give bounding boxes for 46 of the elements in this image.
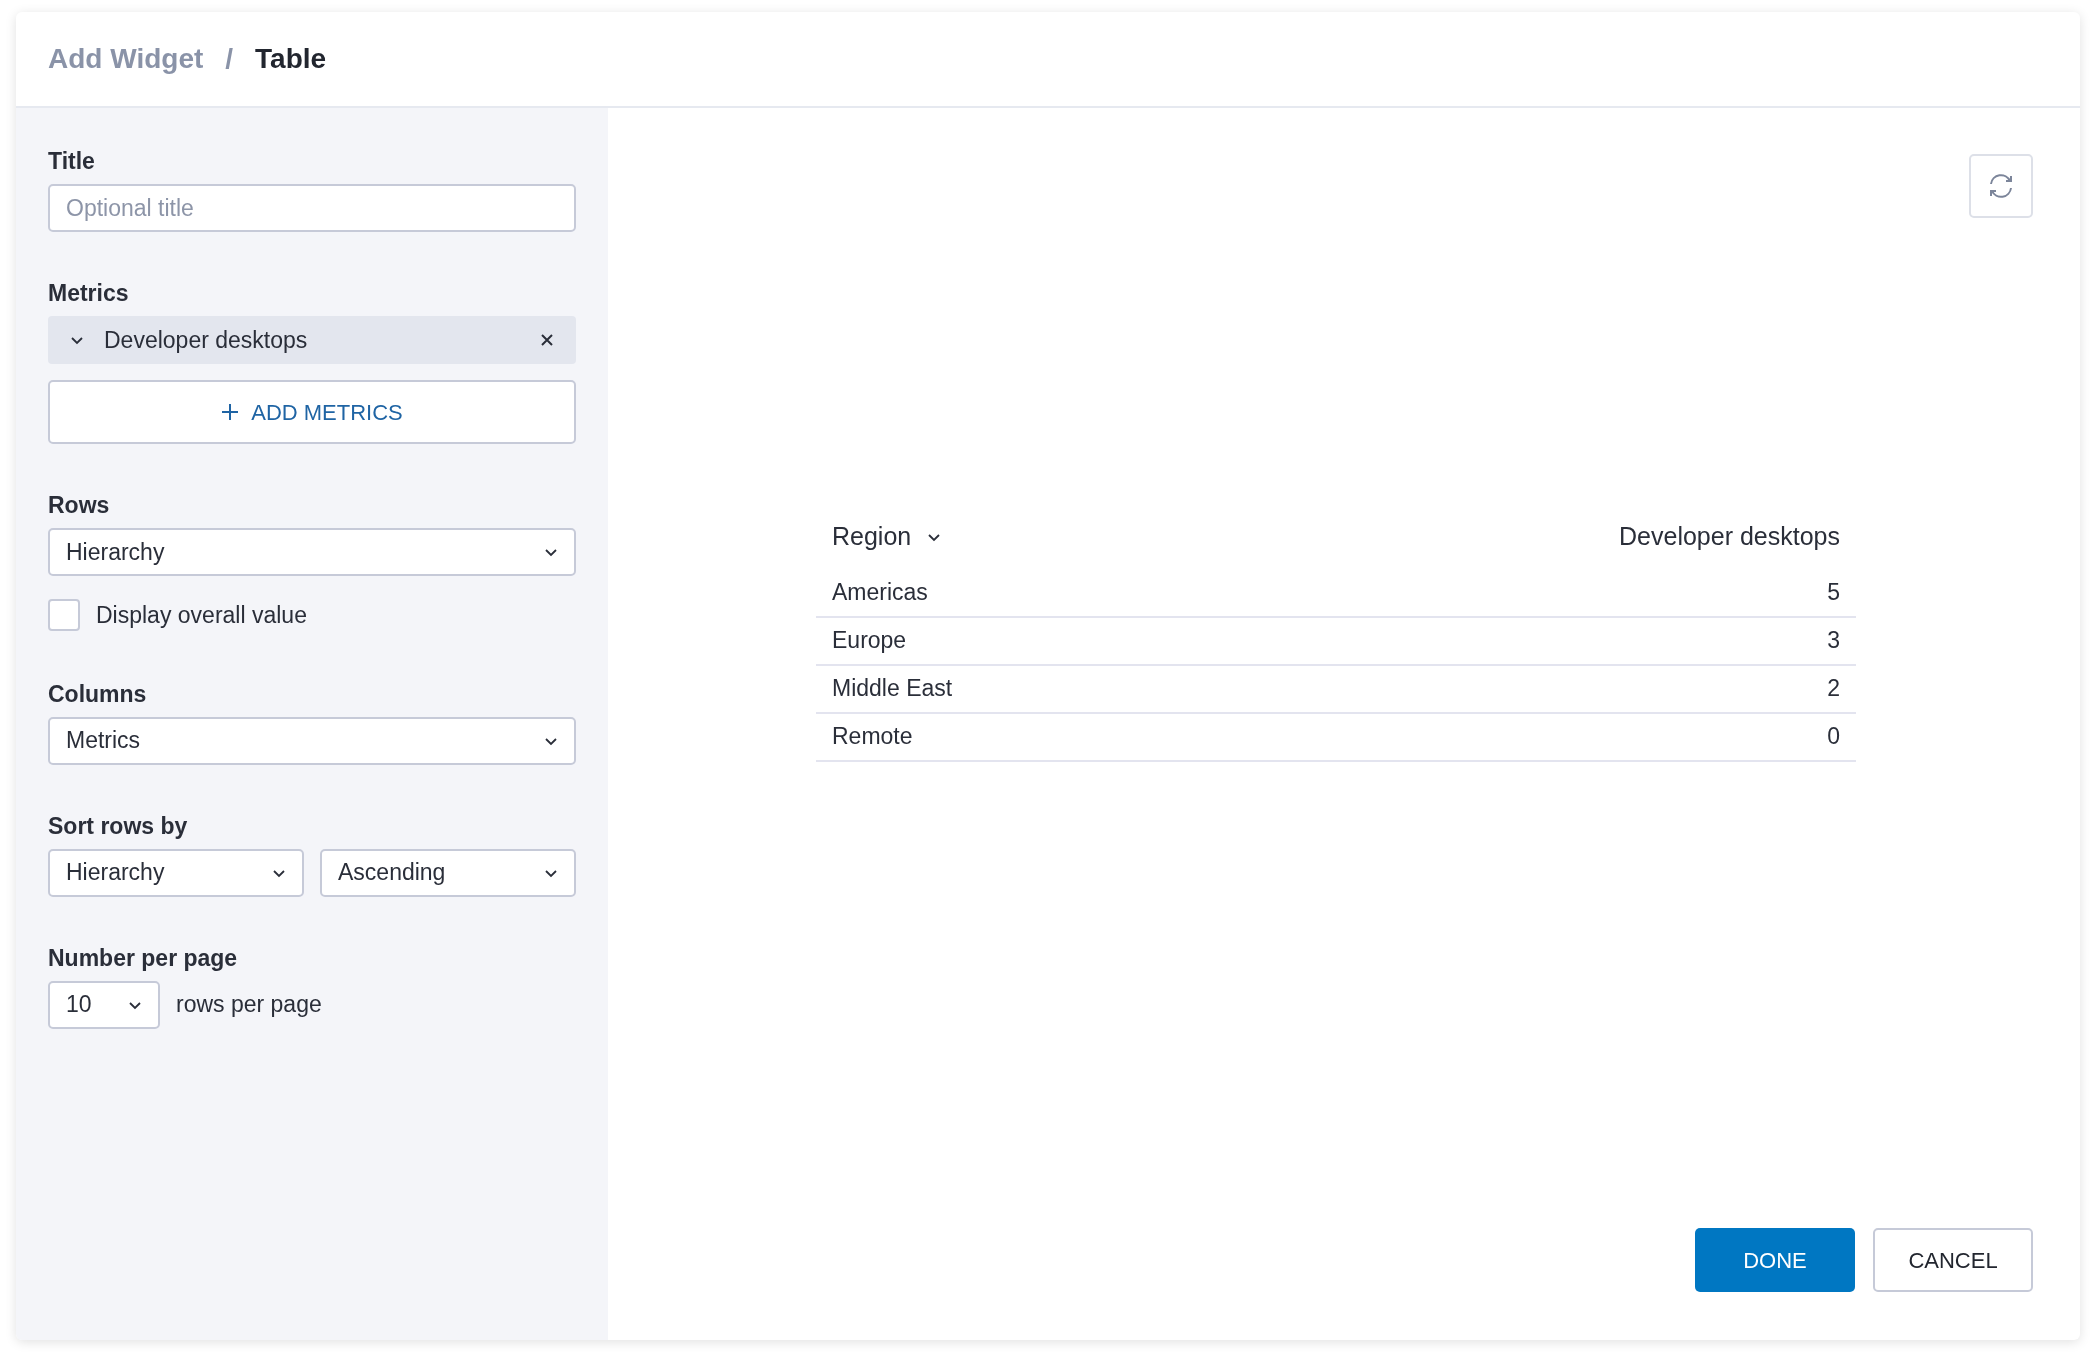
column-header: Region bbox=[832, 521, 912, 552]
table-cell-text: Americas bbox=[832, 578, 928, 608]
metric-item[interactable]: Developer desktops bbox=[48, 316, 576, 364]
sort-order-select[interactable]: Ascending bbox=[320, 848, 576, 897]
plus-icon bbox=[221, 403, 240, 421]
breadcrumb-separator: / bbox=[225, 42, 234, 76]
add-metrics-button[interactable]: ADD METRICS bbox=[48, 380, 576, 444]
sort-field-select[interactable]: Hierarchy bbox=[48, 848, 304, 897]
table-cell-text: Europe bbox=[832, 626, 907, 656]
done-button[interactable]: DONE bbox=[1695, 1228, 1855, 1292]
close-icon[interactable] bbox=[540, 333, 554, 347]
select-value: Hierarchy bbox=[66, 858, 165, 888]
table-cell-text: Middle East bbox=[832, 674, 953, 704]
select-value: 10 bbox=[66, 990, 92, 1020]
checkbox-label: Display overall value bbox=[96, 601, 307, 630]
table-cell-text: 5 bbox=[1827, 578, 1840, 608]
table-cell-text: Remote bbox=[832, 722, 913, 752]
field-label: Title bbox=[48, 147, 96, 176]
table-cell-text: 0 bbox=[1827, 722, 1840, 752]
chevron-down-icon bbox=[544, 867, 558, 878]
table-cell-text: 2 bbox=[1827, 674, 1840, 704]
select-value: Hierarchy bbox=[66, 537, 165, 567]
cancel-button[interactable]: CANCEL bbox=[1873, 1228, 2033, 1292]
table-cell-text: 3 bbox=[1827, 626, 1840, 656]
field-label: Rows bbox=[48, 491, 111, 520]
checkbox[interactable] bbox=[48, 599, 80, 632]
refresh-button[interactable] bbox=[1969, 154, 2033, 218]
chevron-down-icon bbox=[70, 335, 84, 345]
select-value: Metrics bbox=[66, 726, 141, 756]
chevron-down-icon bbox=[544, 735, 558, 746]
columns-select[interactable]: Metrics bbox=[48, 716, 576, 765]
field-label: Columns bbox=[48, 679, 148, 709]
field-label: Number per page bbox=[48, 943, 239, 973]
title-input[interactable]: Optional title bbox=[48, 184, 576, 232]
chevron-down-icon bbox=[544, 547, 558, 557]
field-label: Sort rows by bbox=[48, 811, 189, 841]
chevron-down-icon bbox=[128, 999, 142, 1010]
per-page-select[interactable]: 10 bbox=[48, 980, 160, 1029]
per-page-label: rows per page bbox=[176, 990, 322, 1020]
column-header: Developer desktops bbox=[1619, 521, 1840, 552]
field-label: Metrics bbox=[48, 279, 130, 308]
chevron-down-icon bbox=[272, 867, 286, 878]
metric-name: Developer desktops bbox=[104, 325, 309, 355]
breadcrumb-current: Table bbox=[255, 42, 327, 76]
rows-select[interactable]: Hierarchy bbox=[48, 528, 576, 576]
select-value: Ascending bbox=[338, 858, 446, 888]
